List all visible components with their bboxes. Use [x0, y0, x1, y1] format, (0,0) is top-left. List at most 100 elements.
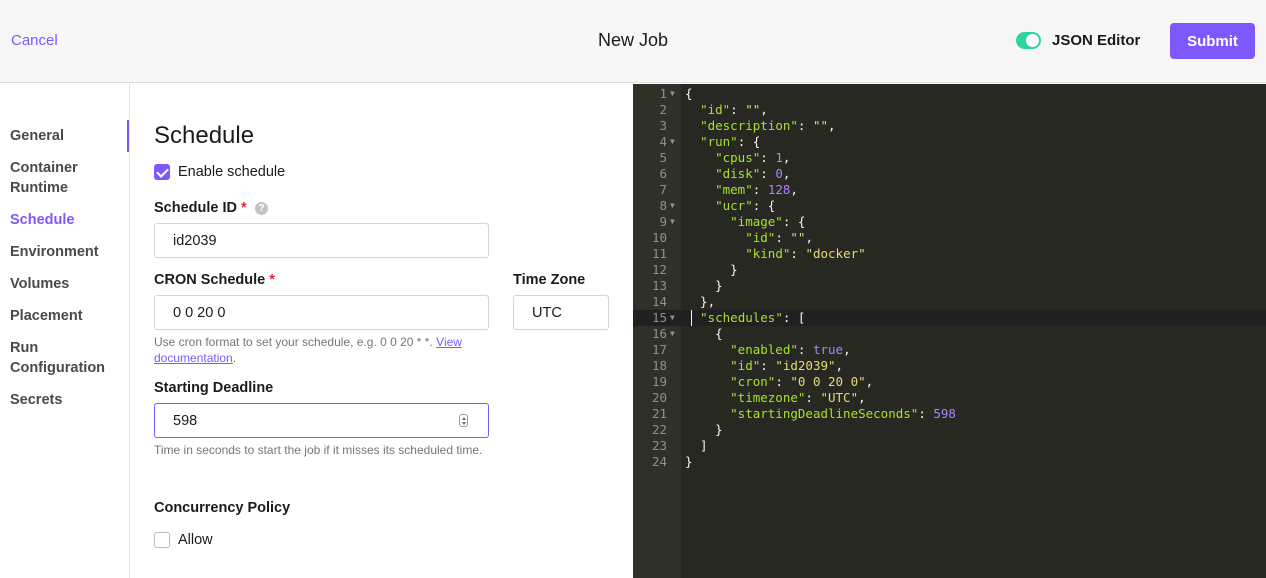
code-text: }	[685, 422, 723, 437]
code-line[interactable]: 5 "cpus": 1,	[633, 150, 1266, 166]
code-line[interactable]: 8 ▼ "ucr": {	[633, 198, 1266, 214]
code-text: "mem": 128,	[715, 182, 798, 197]
line-number: 3	[659, 118, 667, 133]
cron-schedule-label-text: CRON Schedule	[154, 272, 266, 288]
line-number: 2	[659, 102, 667, 117]
sidebar-item-environment[interactable]: Environment	[10, 242, 120, 262]
concurrency-policy-label: Concurrency Policy	[154, 500, 291, 516]
time-zone-label: Time Zone	[513, 272, 586, 288]
line-number: 21	[651, 406, 667, 421]
code-text: "schedules": [	[700, 310, 806, 325]
code-line[interactable]: 14 },	[633, 294, 1266, 310]
cancel-link[interactable]: Cancel	[11, 32, 58, 49]
line-number: 6	[659, 166, 667, 181]
fold-arrow-icon[interactable]: ▼	[670, 310, 675, 326]
code-text: "id": "",	[700, 102, 768, 117]
sidebar-item-general[interactable]: General	[10, 126, 120, 146]
code-line[interactable]: 6 "disk": 0,	[633, 166, 1266, 182]
code-text: "image": {	[730, 214, 806, 229]
line-number: 4	[659, 134, 667, 149]
submit-button[interactable]: Submit	[1170, 23, 1255, 59]
json-editor-label[interactable]: JSON Editor	[1052, 32, 1140, 49]
text-cursor	[691, 310, 692, 326]
code-line[interactable]: 20 "timezone": "UTC",	[633, 390, 1266, 406]
code-line[interactable]: 19 "cron": "0 0 20 0",	[633, 374, 1266, 390]
sidebar-item-schedule[interactable]: Schedule	[10, 210, 120, 230]
line-number: 12	[651, 262, 667, 277]
code-line[interactable]: 7 "mem": 128,	[633, 182, 1266, 198]
cron-schedule-input[interactable]	[154, 295, 489, 330]
number-stepper[interactable]	[459, 414, 468, 427]
code-line[interactable]: 11 "kind": "docker"	[633, 246, 1266, 262]
code-text: }	[685, 454, 693, 469]
line-number: 1	[659, 86, 667, 101]
code-line[interactable]: 2 "id": "",	[633, 102, 1266, 118]
sidebar-item-volumes[interactable]: Volumes	[10, 274, 120, 294]
sidebar-item-secrets[interactable]: Secrets	[10, 390, 120, 410]
line-number: 11	[651, 246, 667, 261]
code-text: "ucr": {	[715, 198, 776, 213]
code-line[interactable]: 15 ▼ "schedules": [	[633, 310, 1266, 326]
code-line[interactable]: 17 "enabled": true,	[633, 342, 1266, 358]
code-line[interactable]: 13 }	[633, 278, 1266, 294]
json-editor-toggle[interactable]	[1016, 32, 1041, 49]
line-number: 8	[659, 198, 667, 213]
code-line[interactable]: 12 }	[633, 262, 1266, 278]
toggle-knob	[1026, 34, 1039, 47]
allow-checkbox[interactable]	[154, 532, 170, 548]
code-line[interactable]: 22 }	[633, 422, 1266, 438]
line-number: 17	[651, 342, 667, 357]
code-line[interactable]: 9 ▼ "image": {	[633, 214, 1266, 230]
help-icon[interactable]: ?	[255, 202, 268, 215]
line-number: 16	[651, 326, 667, 341]
line-number: 13	[651, 278, 667, 293]
required-mark: *	[269, 272, 275, 288]
enable-schedule-label[interactable]: Enable schedule	[178, 164, 285, 180]
line-number: 20	[651, 390, 667, 405]
code-line[interactable]: 3 "description": "",	[633, 118, 1266, 134]
sidebar-item-run-configuration[interactable]: Run Configuration	[10, 338, 120, 378]
fold-arrow-icon[interactable]: ▼	[670, 86, 675, 102]
code-line[interactable]: 4 ▼ "run": {	[633, 134, 1266, 150]
sidebar-item-container-runtime[interactable]: Container Runtime	[10, 158, 120, 198]
line-number: 5	[659, 150, 667, 165]
code-line[interactable]: 23 ]	[633, 438, 1266, 454]
schedule-id-input[interactable]	[154, 223, 489, 258]
code-line[interactable]: 21 "startingDeadlineSeconds": 598	[633, 406, 1266, 422]
sidebar-active-indicator	[127, 120, 129, 152]
code-text: {	[685, 326, 723, 341]
cron-help-body: Use cron format to set your schedule, e.…	[154, 335, 433, 349]
code-text: "disk": 0,	[715, 166, 791, 181]
fold-arrow-icon[interactable]: ▼	[670, 326, 675, 342]
code-line[interactable]: 10 "id": "",	[633, 230, 1266, 246]
line-number: 22	[651, 422, 667, 437]
code-text: "kind": "docker"	[745, 246, 866, 261]
json-code-editor[interactable]: 1 ▼{2 "id": "", 3 "description": "", 4 ▼ "ru…	[633, 84, 1266, 578]
code-line[interactable]: 16 ▼ {	[633, 326, 1266, 342]
line-number: 9	[659, 214, 667, 229]
enable-schedule-checkbox[interactable]	[154, 164, 170, 180]
code-text: "id": "",	[745, 230, 813, 245]
starting-deadline-input[interactable]	[154, 403, 489, 438]
fold-arrow-icon[interactable]: ▼	[670, 198, 675, 214]
section-title: Schedule	[154, 122, 255, 149]
code-line[interactable]: 1 ▼ {	[633, 86, 1266, 102]
code-text: {	[685, 86, 693, 101]
sidebar-item-placement[interactable]: Placement	[10, 306, 120, 326]
code-line[interactable]: 24}	[633, 454, 1266, 470]
time-zone-input[interactable]	[513, 295, 609, 330]
code-text: "startingDeadlineSeconds": 598	[730, 406, 956, 421]
line-number: 14	[651, 294, 667, 309]
code-text: "description": "",	[700, 118, 836, 133]
code-line[interactable]: 18 "id": "id2039",	[633, 358, 1266, 374]
fold-arrow-icon[interactable]: ▼	[670, 214, 675, 230]
line-number: 10	[651, 230, 667, 245]
schedule-id-label-text: Schedule ID	[154, 200, 237, 216]
code-text: ]	[685, 438, 708, 453]
fold-arrow-icon[interactable]: ▼	[670, 134, 675, 150]
schedule-id-label: Schedule ID *	[154, 200, 247, 216]
line-number: 24	[651, 454, 667, 469]
starting-deadline-help-text: Time in seconds to start the job if it m…	[154, 443, 483, 457]
cron-help-text: Use cron format to set your schedule, e.…	[154, 335, 462, 365]
allow-label[interactable]: Allow	[178, 532, 213, 548]
